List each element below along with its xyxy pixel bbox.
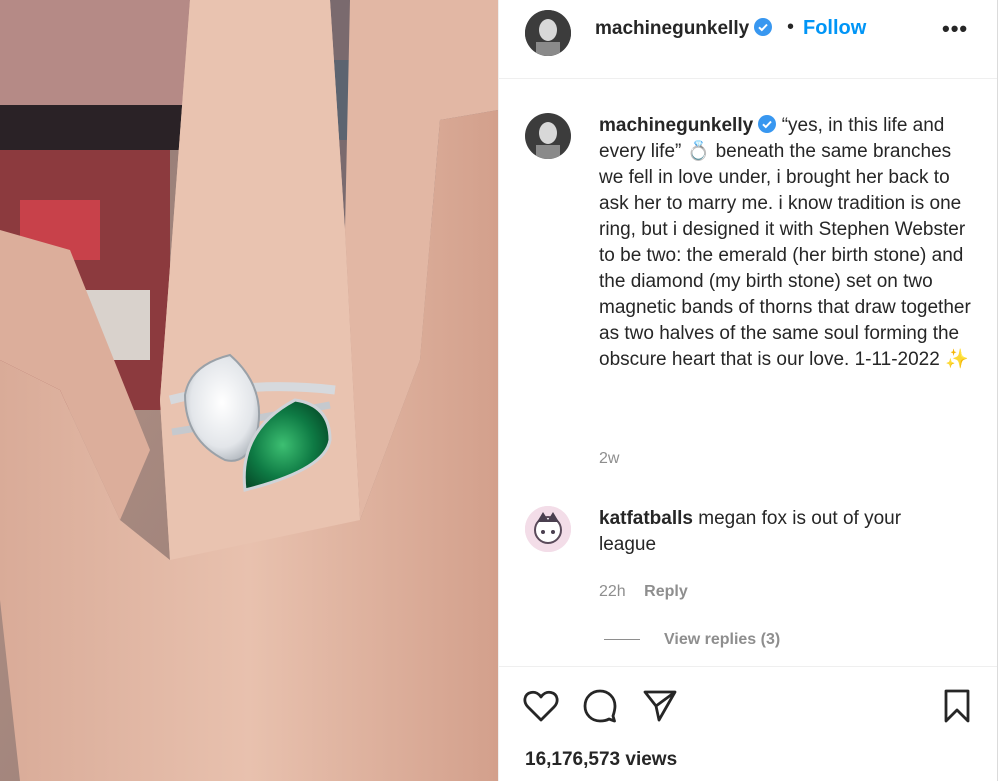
comment-timestamp[interactable]: 22h bbox=[599, 583, 626, 600]
commenter-username[interactable]: katfatballs bbox=[599, 508, 693, 529]
verified-badge-icon bbox=[758, 115, 777, 133]
post-photo[interactable] bbox=[0, 0, 498, 781]
save-button[interactable] bbox=[943, 689, 971, 728]
comment-body: katfatballs megan fox is out of your lea… bbox=[599, 506, 959, 558]
more-options-button[interactable]: ••• bbox=[942, 16, 968, 42]
caption-text-part2: beneath the same branches we fell in lov… bbox=[599, 141, 971, 370]
action-bar: 16,176,573 views bbox=[499, 666, 997, 782]
caption-username[interactable]: machinegunkelly bbox=[599, 115, 753, 136]
author-username-row[interactable]: machinegunkelly bbox=[595, 18, 773, 40]
reply-button[interactable]: Reply bbox=[644, 583, 688, 600]
follow-button[interactable]: Follow bbox=[803, 17, 866, 40]
avatar-icon bbox=[525, 506, 571, 552]
view-replies-button[interactable]: View replies (3) bbox=[604, 631, 780, 649]
ring-photo-illustration bbox=[0, 0, 498, 781]
comment-meta: 22h Reply bbox=[599, 583, 688, 601]
avatar-icon bbox=[525, 10, 571, 56]
view-replies-label: View replies (3) bbox=[664, 631, 781, 648]
bookmark-icon bbox=[944, 689, 970, 723]
paper-plane-icon bbox=[643, 690, 677, 722]
like-button[interactable] bbox=[523, 689, 559, 728]
post-header: machinegunkelly • Follow ••• bbox=[499, 0, 997, 79]
author-avatar[interactable] bbox=[525, 10, 571, 56]
verified-badge-icon bbox=[754, 18, 773, 36]
post-caption: machinegunkelly “yes, in this life and e… bbox=[599, 113, 974, 373]
post-window: machinegunkelly • Follow ••• machinegunk… bbox=[0, 0, 1000, 781]
comment-icon bbox=[583, 689, 617, 723]
commenter-avatar[interactable] bbox=[525, 506, 571, 552]
heart-icon bbox=[523, 690, 559, 722]
ring-emoji: 💍 bbox=[686, 141, 711, 162]
author-username[interactable]: machinegunkelly bbox=[595, 18, 749, 39]
share-button[interactable] bbox=[643, 689, 677, 728]
avatar-icon bbox=[525, 113, 571, 159]
post-details-panel: machinegunkelly • Follow ••• machinegunk… bbox=[498, 0, 998, 781]
caption-avatar[interactable] bbox=[525, 113, 571, 159]
view-replies-line bbox=[604, 639, 640, 641]
view-count[interactable]: 16,176,573 views bbox=[525, 749, 677, 771]
comment-button[interactable] bbox=[583, 689, 617, 728]
sparkle-emoji: ✨ bbox=[945, 349, 969, 370]
caption-timestamp[interactable]: 2w bbox=[599, 450, 619, 468]
separator-dot: • bbox=[787, 16, 795, 38]
